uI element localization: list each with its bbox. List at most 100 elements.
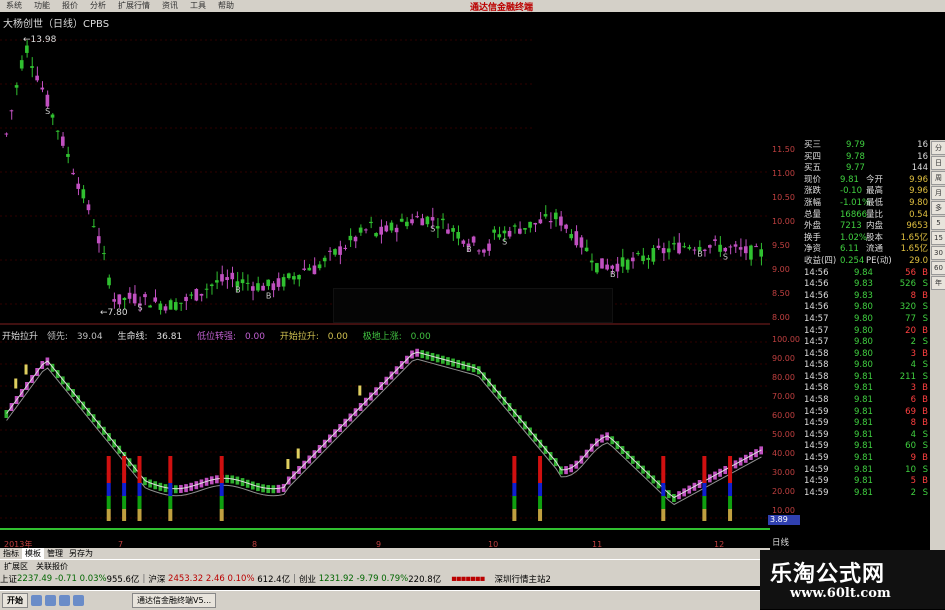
- candle-body: [651, 248, 656, 262]
- bid-price: 9.79: [846, 140, 865, 150]
- candle-body: [492, 229, 496, 233]
- taskbar-item-tdx[interactable]: 通达信金融终端V5...: [132, 593, 217, 608]
- tick-time: 14:57: [804, 325, 829, 336]
- candle-body: [271, 283, 276, 291]
- candle-body: [702, 249, 707, 251]
- black-overlay: [533, 12, 945, 140]
- candle-body: [435, 226, 440, 229]
- period-button[interactable]: 5: [931, 216, 945, 230]
- menu-help[interactable]: 帮助: [212, 0, 240, 12]
- candle-body: [338, 246, 342, 255]
- period-button[interactable]: 年: [931, 276, 945, 290]
- period-button[interactable]: 分: [931, 141, 945, 155]
- cy-pct: 0.79%: [381, 574, 409, 584]
- menu-extended[interactable]: 扩展行情: [112, 0, 156, 12]
- candle-body: [379, 226, 383, 235]
- app-brand: 通达信金融终端: [469, 2, 533, 13]
- candle-body: [523, 228, 527, 230]
- candle-body: [605, 264, 609, 270]
- tick-price: 9.83: [854, 290, 873, 301]
- period-button[interactable]: 15: [931, 231, 945, 245]
- tab-template[interactable]: 模板: [22, 548, 44, 559]
- osc-bar: [4, 410, 9, 418]
- period-button[interactable]: 日: [931, 156, 945, 170]
- menu-tools[interactable]: 工具: [184, 0, 212, 12]
- stat-row: 总量 16866 量比 0.54: [802, 210, 930, 222]
- tick-vol: 9: [910, 453, 916, 464]
- tab-save-as[interactable]: 另存为: [66, 548, 96, 559]
- app-icon[interactable]: [73, 595, 84, 606]
- period-button[interactable]: 周: [931, 171, 945, 185]
- tab-linked-quote[interactable]: 关联报价: [32, 561, 72, 572]
- candle-body: [132, 293, 137, 304]
- desktop-icon[interactable]: [45, 595, 56, 606]
- tick-row: 14:58 9.80 4 S: [802, 360, 930, 372]
- ind-tick: 70.00: [772, 392, 795, 401]
- candle-body: [220, 274, 224, 282]
- signal-marker: S: [45, 107, 50, 116]
- stat-value: 1.65亿: [900, 232, 928, 243]
- start-button[interactable]: 开始: [2, 593, 28, 608]
- menu-info[interactable]: 资讯: [156, 0, 184, 12]
- signal-yellow: [512, 509, 517, 521]
- ind-tick: 30.00: [772, 468, 795, 477]
- period-button[interactable]: 30: [931, 246, 945, 260]
- sh-value: 2237.49: [17, 574, 53, 584]
- menu-system[interactable]: 系统: [0, 0, 28, 12]
- candle-body: [40, 87, 45, 90]
- menu-quote[interactable]: 报价: [56, 0, 84, 12]
- candle-body: [446, 229, 450, 234]
- price-tick: 9.00: [772, 265, 790, 274]
- period-button[interactable]: 多: [931, 201, 945, 215]
- candle-body: [672, 243, 676, 245]
- candle-body: [615, 263, 620, 272]
- tick-dir: S: [922, 441, 928, 452]
- candle-body: [363, 229, 368, 231]
- candle-body: [646, 257, 651, 260]
- candle-body: [148, 305, 152, 308]
- menu-function[interactable]: 功能: [28, 0, 56, 12]
- signal-blue: [538, 483, 543, 496]
- server-label[interactable]: 深圳行情主站2: [494, 573, 550, 585]
- candle-body: [230, 272, 235, 280]
- period-label[interactable]: 日线: [772, 536, 789, 548]
- signal-yellow: [219, 509, 224, 521]
- bid-row: 买五 9.77 144: [802, 163, 930, 175]
- candle-body: [158, 303, 163, 310]
- candle-body: [569, 234, 573, 239]
- tick-time: 14:59: [804, 453, 829, 464]
- tick-dir: S: [922, 464, 928, 475]
- signal-green: [702, 496, 707, 509]
- start-rise-mark: [24, 364, 28, 375]
- tick-time: 14:56: [804, 267, 829, 278]
- candle-body: [317, 264, 322, 269]
- tab-manage[interactable]: 管理: [44, 548, 66, 559]
- menu-analysis[interactable]: 分析: [84, 0, 112, 12]
- candle-body: [502, 230, 507, 234]
- candle-body: [384, 225, 389, 232]
- candle-body: [245, 282, 250, 284]
- candle-body: [184, 296, 188, 302]
- tick-time: 14:59: [804, 429, 829, 440]
- tab-indicator[interactable]: 指标: [0, 548, 22, 559]
- stat-value: 9.81: [840, 174, 859, 185]
- signal-marker: B: [235, 285, 241, 294]
- signal-blue: [219, 483, 224, 496]
- tick-row: 14:59 9.81 4 S: [802, 430, 930, 442]
- candle-body: [538, 219, 543, 224]
- media-icon[interactable]: [59, 595, 70, 606]
- ie-icon[interactable]: [31, 595, 42, 606]
- tick-dir: B: [922, 325, 928, 336]
- tab-extended-area[interactable]: 扩展区: [0, 561, 32, 572]
- candle-body: [343, 247, 348, 249]
- candle-body: [199, 293, 204, 296]
- tick-time: 14:56: [804, 302, 829, 313]
- candle-body: [620, 257, 625, 267]
- tick-row: 14:59 9.81 69 B: [802, 407, 930, 419]
- period-button[interactable]: 60: [931, 261, 945, 275]
- stat-value: -0.10: [840, 186, 862, 197]
- tick-row: 14:59 9.81 5 B: [802, 476, 930, 488]
- period-button[interactable]: 月: [931, 186, 945, 200]
- tick-vol: 69: [905, 406, 916, 417]
- signal-yellow: [661, 509, 666, 521]
